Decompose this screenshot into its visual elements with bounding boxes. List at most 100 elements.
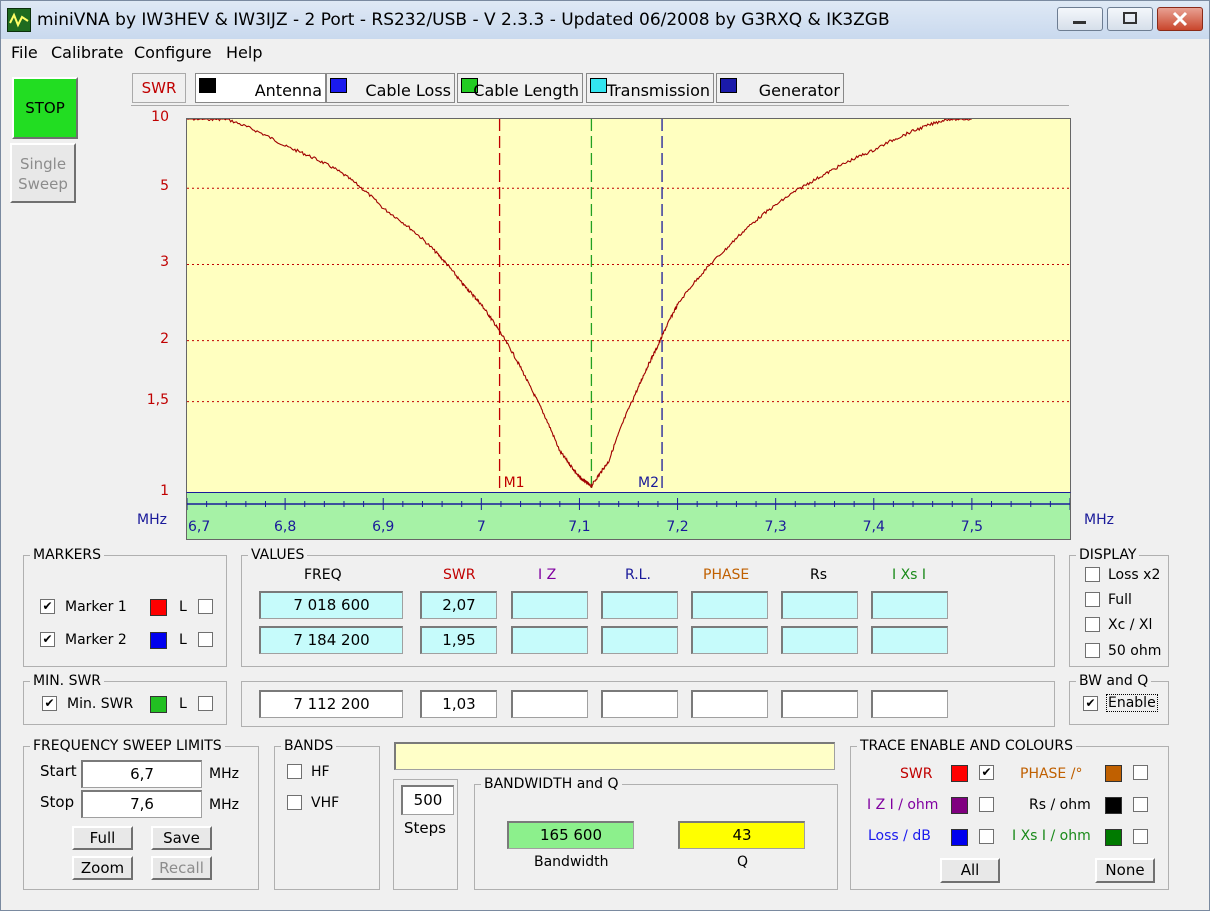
marker1-l-checkbox[interactable] [198, 599, 213, 614]
m2-rs-value [781, 626, 858, 654]
marker2-l-checkbox[interactable] [198, 632, 213, 647]
q-label: Q [737, 854, 749, 870]
m1-xs-value [871, 591, 948, 619]
tab-cable-length-label: Cable Length [473, 81, 579, 100]
values-legend: VALUES [251, 547, 305, 563]
y-tick-label-2: 3 [160, 254, 169, 271]
stop-label: Stop [40, 793, 75, 811]
swr-trace [186, 118, 972, 488]
menu-configure[interactable]: Configure [134, 43, 212, 62]
all-button[interactable]: All [940, 858, 1000, 883]
marker2-l-label: L [179, 632, 187, 648]
trace-phase-checkbox[interactable] [1133, 765, 1148, 780]
close-button[interactable] [1157, 7, 1203, 31]
tab-cable-length[interactable]: Cable Length [457, 73, 583, 103]
enable-checkbox[interactable]: ✔ [1083, 696, 1098, 711]
stop-unit: MHz [209, 797, 239, 813]
m2-freq-value: 7 184 200 [259, 626, 403, 654]
marker2-checkbox[interactable]: ✔ [40, 632, 55, 647]
loss-x2-label: Loss x2 [1108, 567, 1161, 583]
trace-loss-color[interactable] [951, 829, 968, 846]
menu-calibrate[interactable]: Calibrate [51, 43, 124, 62]
frequency-axis-svg: 6,7 6,8 6,9 7 7,1 7,2 7,3 7,4 7,5 [186, 498, 1071, 535]
save-button[interactable]: Save [151, 826, 212, 850]
min-swr-value: 1,03 [420, 690, 497, 718]
y-tick-label-4: 1,5 [146, 391, 169, 408]
none-button[interactable]: None [1095, 858, 1155, 883]
marker-label-M1: M1 [504, 475, 525, 491]
tab-swr[interactable]: SWR [132, 73, 186, 103]
header-iz: I Z [538, 567, 557, 583]
tab-generator[interactable]: Generator [716, 73, 844, 103]
min-xs-value [871, 690, 948, 718]
x-tick-label-7: 7,4 [863, 519, 885, 535]
single-sweep-button[interactable]: Single Sweep [10, 143, 76, 203]
full-checkbox[interactable] [1085, 592, 1100, 607]
min-swr-label: Min. SWR [67, 696, 134, 712]
trace-loss-checkbox[interactable] [979, 829, 994, 844]
m2-rl-value [601, 626, 678, 654]
trace-rs-checkbox[interactable] [1133, 797, 1148, 812]
status-field [394, 742, 835, 770]
loss-x2-checkbox[interactable] [1085, 567, 1100, 582]
tab-antenna[interactable]: Antenna [195, 73, 326, 103]
50ohm-checkbox[interactable] [1085, 643, 1100, 658]
vhf-checkbox[interactable] [287, 795, 302, 810]
minimize-button[interactable] [1057, 7, 1103, 31]
trace-phase-color[interactable] [1105, 765, 1122, 782]
x-tick-label-6: 7,3 [765, 519, 787, 535]
recall-button[interactable]: Recall [151, 856, 212, 880]
sweep-limits-legend: FREQUENCY SWEEP LIMITS [33, 738, 222, 754]
trace-xs-color[interactable] [1105, 829, 1122, 846]
trace-xs-checkbox[interactable] [1133, 829, 1148, 844]
trace-iz-checkbox[interactable] [979, 797, 994, 812]
trace-rs-color[interactable] [1105, 797, 1122, 814]
min-swr-checkbox[interactable]: ✔ [42, 696, 57, 711]
q-value: 43 [678, 821, 805, 849]
bands-panel: BANDS [274, 738, 380, 890]
min-swr-l-checkbox[interactable] [198, 696, 213, 711]
stop-button[interactable]: STOP [12, 77, 78, 139]
m1-swr-value: 2,07 [420, 591, 497, 619]
m2-phase-value [691, 626, 768, 654]
start-input[interactable]: 6,7 [81, 760, 202, 788]
maximize-button[interactable] [1107, 7, 1153, 31]
single-sweep-label-2: Sweep [18, 175, 68, 193]
marker1-color-swatch[interactable] [150, 599, 167, 616]
trace-iz-color[interactable] [951, 797, 968, 814]
min-swr-l-label: L [179, 696, 187, 712]
cable-loss-icon [330, 78, 347, 93]
trace-swr-checkbox[interactable]: ✔ [979, 765, 994, 780]
full-button[interactable]: Full [72, 826, 133, 850]
markers-legend: MARKERS [33, 547, 102, 563]
tab-transmission[interactable]: Transmission [586, 73, 714, 103]
trace-rs-label: Rs / ohm [1029, 797, 1091, 813]
window-title: miniVNA by IW3HEV & IW3IJZ - 2 Port - RS… [37, 10, 890, 30]
x-unit-left: MHz [137, 512, 167, 528]
trace-legend: TRACE ENABLE AND COLOURS [860, 738, 1073, 754]
marker1-checkbox[interactable]: ✔ [40, 599, 55, 614]
min-rl-value [601, 690, 678, 718]
bandwidth-q-legend: BANDWIDTH and Q [484, 776, 619, 792]
hf-checkbox[interactable] [287, 764, 302, 779]
tab-cable-loss[interactable]: Cable Loss [326, 73, 455, 103]
min-swr-color-swatch[interactable] [150, 696, 167, 713]
generator-icon [720, 78, 737, 93]
header-phase: PHASE [703, 567, 750, 583]
min-rs-value [781, 690, 858, 718]
swr-plot: M1 M2 [186, 118, 1071, 494]
marker2-color-swatch[interactable] [150, 632, 167, 649]
x-tick-label-3: 7 [477, 519, 486, 535]
trace-swr-color[interactable] [951, 765, 968, 782]
trace-loss-label: Loss / dB [868, 828, 931, 844]
x-tick-label-5: 7,2 [666, 519, 688, 535]
xcxl-label: Xc / Xl [1108, 617, 1153, 633]
start-label: Start [40, 762, 77, 780]
tab-transmission-label: Transmission [606, 81, 710, 100]
steps-input[interactable]: 500 [401, 785, 454, 815]
xcxl-checkbox[interactable] [1085, 617, 1100, 632]
menu-file[interactable]: File [11, 43, 38, 62]
menu-help[interactable]: Help [226, 43, 262, 62]
zoom-button[interactable]: Zoom [72, 856, 133, 880]
stop-input[interactable]: 7,6 [81, 790, 202, 818]
